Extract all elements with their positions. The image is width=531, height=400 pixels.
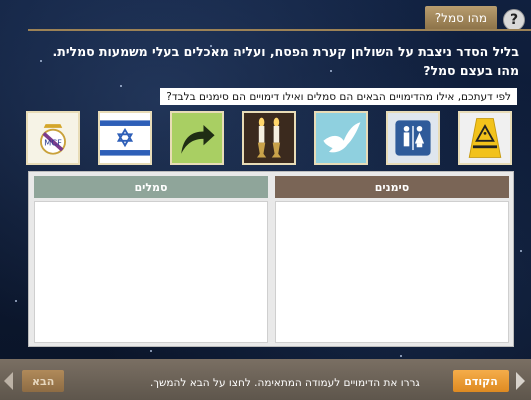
page-title: מהו סמל? <box>424 6 497 30</box>
instruction-prompt: לפי דעתכם, אילו מהדימויים הבאים הם סמלים… <box>160 88 517 105</box>
question-line-1: בליל הסדר ניצבת על השולחן קערת הפסח, ועל… <box>52 44 519 59</box>
curved-arrow-icon <box>172 113 222 163</box>
card-wet-floor-sign[interactable] <box>458 111 512 165</box>
next-button[interactable]: הבא <box>22 370 65 392</box>
card-real-madrid-crest[interactable]: MCF <box>26 111 80 165</box>
footer-bar: הבא גררו את הדימויים לעמודה המתאימה. לחצ… <box>0 359 531 400</box>
footer-instruction: גררו את הדימויים לעמודה המתאימה. לחצו על… <box>150 377 420 389</box>
shabbat-candles-icon <box>244 113 294 163</box>
wet-floor-sign-icon <box>460 113 510 163</box>
help-button[interactable]: ? <box>503 9 525 31</box>
symbols-drop-zone[interactable] <box>34 201 268 343</box>
help-icon: ? <box>509 12 519 28</box>
sorting-board: סמלים סימנים <box>28 171 514 347</box>
card-restroom-sign[interactable] <box>386 111 440 165</box>
israel-flag-icon <box>100 113 150 163</box>
stage-background: ? מהו סמל? בליל הסדר ניצבת על השולחן קער… <box>0 0 531 400</box>
forward-arrow-icon[interactable] <box>516 372 525 390</box>
symbols-column-header: סמלים <box>34 176 268 198</box>
card-dove[interactable] <box>314 111 368 165</box>
svg-text:MCF: MCF <box>44 137 62 147</box>
image-card-row: MCF <box>26 111 514 165</box>
signs-column-header: סימנים <box>275 176 509 198</box>
question-line-2: מהו בעצם סמל? <box>423 63 519 78</box>
card-curved-arrow[interactable] <box>170 111 224 165</box>
question-text: בליל הסדר ניצבת על השולחן קערת הפסח, ועל… <box>19 42 519 80</box>
signs-drop-zone[interactable] <box>275 201 509 343</box>
title-underline <box>28 29 531 31</box>
back-arrow-icon[interactable] <box>4 372 13 390</box>
real-madrid-crest-icon: MCF <box>28 113 78 163</box>
previous-button[interactable]: הקודם <box>453 370 509 392</box>
card-shabbat-candles[interactable] <box>242 111 296 165</box>
restroom-sign-icon <box>388 113 438 163</box>
dove-icon <box>316 113 366 163</box>
card-israel-flag[interactable] <box>98 111 152 165</box>
